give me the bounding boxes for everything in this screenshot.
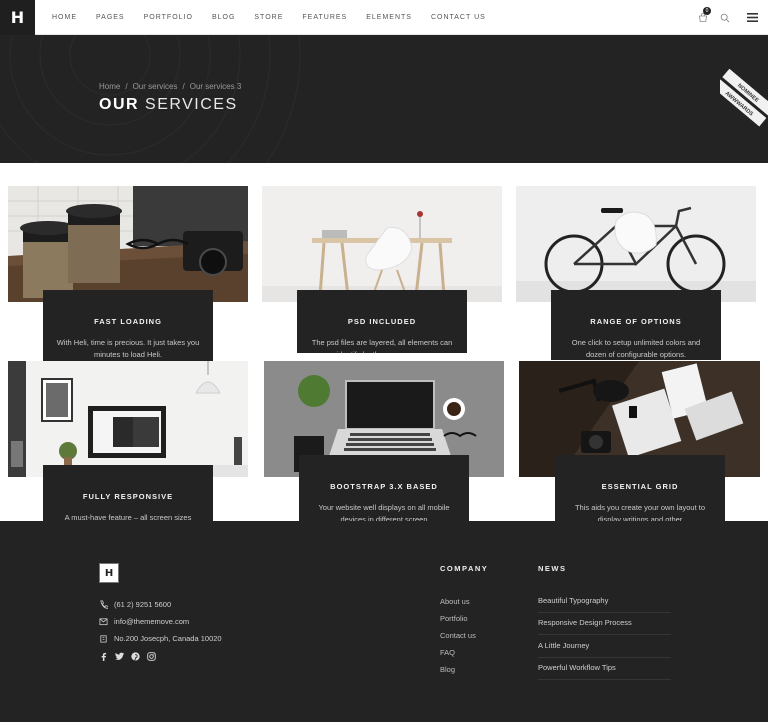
nav-features[interactable]: FEATURES bbox=[302, 14, 347, 21]
services-grid: FAST LOADING With Heli, time is precious… bbox=[0, 163, 768, 521]
page-title-bold: OUR bbox=[99, 96, 140, 113]
search-button[interactable] bbox=[714, 0, 736, 35]
site-logo[interactable]: H bbox=[0, 0, 35, 35]
news-item[interactable]: Beautiful Typography bbox=[538, 596, 671, 613]
page-title-light: SERVICES bbox=[145, 96, 238, 113]
service-title: PSD INCLUDED bbox=[347, 317, 417, 326]
company-link-faq[interactable]: FAQ bbox=[440, 648, 455, 657]
menu-button[interactable] bbox=[736, 0, 768, 35]
service-title: RANGE OF OPTIONS bbox=[590, 317, 682, 326]
service-title: ESSENTIAL GRID bbox=[601, 482, 679, 491]
company-link-portfolio[interactable]: Portfolio bbox=[440, 614, 468, 623]
service-card-bootstrap[interactable]: BOOTSTRAP 3.X BASED Your website well di… bbox=[299, 455, 469, 521]
nav-blog[interactable]: BLOG bbox=[212, 14, 235, 21]
service-title: FULLY RESPONSIVE bbox=[82, 492, 174, 501]
instagram-link[interactable] bbox=[147, 652, 156, 661]
service-image-range-of-options[interactable] bbox=[516, 186, 756, 302]
footer-logo-letter: H bbox=[104, 567, 114, 579]
nav-elements[interactable]: ELEMENTS bbox=[366, 14, 412, 21]
email-address: info@thememove.com bbox=[114, 617, 190, 626]
nav-pages[interactable]: PAGES bbox=[96, 14, 125, 21]
postal-address: No.200 Josecph, Canada 10020 bbox=[114, 634, 222, 643]
breadcrumb-current: Our services 3 bbox=[189, 82, 242, 91]
top-navigation-bar: H HOME PAGES PORTFOLIO BLOG STORE FEATUR… bbox=[0, 0, 768, 35]
service-description: The psd files are layered, all elements … bbox=[311, 338, 453, 353]
pinterest-link[interactable] bbox=[131, 652, 140, 661]
service-description: A must-have feature – all screen sizes bbox=[64, 513, 192, 521]
cart-count-badge: 0 bbox=[703, 7, 711, 15]
page-hero: Home / Our services / Our services 3 OUR… bbox=[0, 35, 768, 163]
site-footer: H (61 2) 9251 5600 info@thememove.com No… bbox=[0, 521, 768, 722]
service-title: BOOTSTRAP 3.X BASED bbox=[330, 482, 438, 491]
company-link-about[interactable]: About us bbox=[440, 597, 470, 606]
service-title: FAST LOADING bbox=[94, 317, 162, 326]
footer-logo[interactable]: H bbox=[99, 563, 119, 583]
service-image-fast-loading[interactable] bbox=[8, 186, 248, 302]
footer-phone: (61 2) 9251 5600 bbox=[99, 600, 171, 609]
nav-home[interactable]: HOME bbox=[52, 14, 77, 21]
breadcrumb-separator: / bbox=[125, 82, 128, 91]
logo-letter: H bbox=[10, 8, 25, 27]
footer-address: No.200 Josecph, Canada 10020 bbox=[99, 634, 222, 643]
news-item[interactable]: A Little Journey bbox=[538, 641, 671, 658]
footer-email[interactable]: info@thememove.com bbox=[99, 617, 189, 626]
service-description: This aids you create your own layout to … bbox=[574, 503, 706, 521]
twitter-link[interactable] bbox=[115, 652, 124, 661]
news-heading: NEWS bbox=[538, 564, 567, 573]
cart-button[interactable]: 0 bbox=[692, 0, 714, 35]
service-image-psd-included[interactable] bbox=[262, 186, 502, 302]
service-description: Your website well displays on all mobile… bbox=[318, 503, 450, 521]
email-icon bbox=[99, 618, 108, 626]
building-icon bbox=[100, 635, 107, 643]
instagram-icon bbox=[147, 652, 156, 661]
service-card-fully-responsive[interactable]: FULLY RESPONSIVE A must-have feature – a… bbox=[43, 465, 213, 521]
facebook-link[interactable] bbox=[99, 652, 108, 661]
breadcrumb-home[interactable]: Home bbox=[99, 82, 120, 91]
phone-icon bbox=[100, 600, 108, 609]
social-links bbox=[99, 652, 156, 661]
service-card-fast-loading[interactable]: FAST LOADING With Heli, time is precious… bbox=[43, 290, 213, 363]
nav-portfolio[interactable]: PORTFOLIO bbox=[144, 14, 193, 21]
service-image-fully-responsive[interactable] bbox=[8, 361, 248, 477]
company-heading: COMPANY bbox=[440, 564, 489, 573]
menu-icon bbox=[746, 13, 758, 22]
breadcrumb-our-services[interactable]: Our services bbox=[133, 82, 178, 91]
breadcrumb-separator: / bbox=[182, 82, 185, 91]
breadcrumb: Home / Our services / Our services 3 bbox=[99, 82, 241, 91]
nav-contact-us[interactable]: CONTACT US bbox=[431, 14, 486, 21]
pinterest-icon bbox=[131, 652, 140, 661]
nav-store[interactable]: STORE bbox=[254, 14, 283, 21]
header-tools: 0 bbox=[692, 0, 768, 35]
main-nav: HOME PAGES PORTFOLIO BLOG STORE FEATURES… bbox=[52, 0, 505, 35]
service-card-essential-grid[interactable]: ESSENTIAL GRID This aids you create your… bbox=[555, 455, 725, 521]
service-description: One click to setup unlimited colors and … bbox=[571, 338, 701, 359]
company-link-blog[interactable]: Blog bbox=[440, 665, 455, 674]
facebook-icon bbox=[101, 652, 107, 661]
twitter-icon bbox=[115, 652, 124, 660]
phone-number: (61 2) 9251 5600 bbox=[114, 600, 172, 609]
service-description: With Heli, time is precious. It just tak… bbox=[56, 338, 200, 359]
search-icon bbox=[720, 13, 730, 22]
page-title: OUR SERVICES bbox=[99, 96, 238, 114]
service-card-range-of-options[interactable]: RANGE OF OPTIONS One click to setup unli… bbox=[551, 290, 721, 360]
awwwards-nominee-ribbon[interactable]: NOMINEE AWWWARDS bbox=[720, 63, 768, 133]
company-link-contact[interactable]: Contact us bbox=[440, 631, 476, 640]
service-card-psd-included[interactable]: PSD INCLUDED The psd files are layered, … bbox=[297, 290, 467, 353]
news-item[interactable]: Powerful Workflow Tips bbox=[538, 663, 671, 680]
news-item[interactable]: Responsive Design Process bbox=[538, 618, 671, 635]
